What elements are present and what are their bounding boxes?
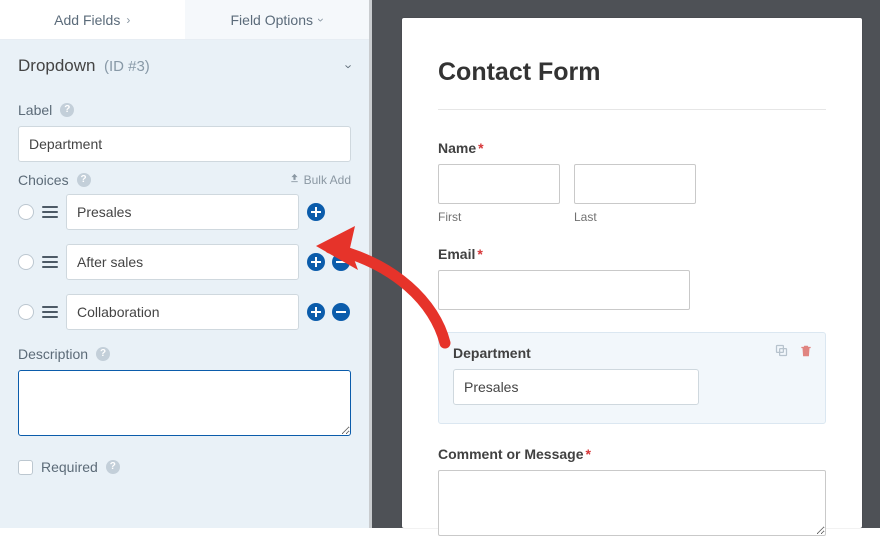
choice-row [18,244,351,280]
required-asterisk: * [478,140,483,156]
sidebar-tabs: Add Fields › Field Options › [0,0,369,40]
choice-row [18,294,351,330]
upload-icon [289,173,300,187]
add-choice-button[interactable] [307,203,325,221]
remove-choice-button[interactable] [332,253,350,271]
last-sublabel: Last [574,210,696,224]
choice-radio[interactable] [18,254,34,270]
duplicate-icon[interactable] [774,343,789,361]
tab-add-fields[interactable]: Add Fields › [0,0,185,39]
drag-handle-icon[interactable] [42,256,58,268]
builder-sidebar: Add Fields › Field Options › Dropdown (I… [0,0,372,528]
help-icon[interactable]: ? [96,347,110,361]
label-input[interactable] [18,126,351,162]
collapse-caret-icon: › [341,64,356,68]
choice-radio[interactable] [18,304,34,320]
tab-field-options-label: Field Options [231,12,313,28]
add-choice-button[interactable] [307,253,325,271]
label-row: Label ? [18,102,351,118]
chevron-right-icon: › [126,13,130,27]
drag-handle-icon[interactable] [42,206,58,218]
tab-add-fields-label: Add Fields [54,12,120,28]
department-label: Department [453,345,811,361]
choice-input[interactable] [66,244,299,280]
choice-radio[interactable] [18,204,34,220]
preview-comment-field[interactable]: Comment or Message* [438,446,826,541]
drag-handle-icon[interactable] [42,306,58,318]
description-textarea[interactable] [18,370,351,436]
bulk-add-label: Bulk Add [304,173,351,187]
name-label: Name [438,140,476,156]
first-sublabel: First [438,210,560,224]
required-label: Required [41,459,98,475]
chevron-down-icon: › [314,18,328,22]
help-icon[interactable]: ? [60,103,74,117]
tab-field-options[interactable]: Field Options › [185,0,370,39]
add-choice-button[interactable] [307,303,325,321]
comment-textarea[interactable] [438,470,826,536]
preview-backdrop: Contact Form Name* First Last [372,0,880,528]
preview-email-field[interactable]: Email* [438,246,826,310]
required-asterisk: * [585,446,590,462]
field-group-header[interactable]: Dropdown (ID #3) › [0,40,369,92]
preview-title: Contact Form [438,58,826,87]
department-select[interactable]: Presales [453,369,699,405]
help-icon[interactable]: ? [77,173,91,187]
remove-choice-button[interactable] [332,303,350,321]
first-name-input[interactable] [438,164,560,204]
choices-label: Choices [18,172,69,188]
bulk-add-button[interactable]: Bulk Add [289,173,351,187]
preview-name-field[interactable]: Name* First Last [438,140,826,224]
comment-label: Comment or Message [438,446,583,462]
required-row: Required ? [0,441,369,475]
choice-input[interactable] [66,194,299,230]
required-checkbox[interactable] [18,460,33,475]
choice-row [18,194,351,230]
label-label: Label [18,102,52,118]
group-title: Dropdown [18,56,96,75]
last-name-input[interactable] [574,164,696,204]
required-asterisk: * [477,246,482,262]
divider [438,109,826,110]
group-id: (ID #3) [104,58,150,75]
preview-department-field[interactable]: Department Presales [438,332,826,424]
description-section: Description ? [0,346,369,441]
form-preview: Contact Form Name* First Last [402,18,862,528]
help-icon[interactable]: ? [106,460,120,474]
choices-section: Choices ? Bulk Add [0,162,369,344]
email-input[interactable] [438,270,690,310]
choice-input[interactable] [66,294,299,330]
description-label: Description [18,346,88,362]
label-section: Label ? [0,92,369,162]
delete-icon[interactable] [799,344,813,361]
email-label: Email [438,246,475,262]
